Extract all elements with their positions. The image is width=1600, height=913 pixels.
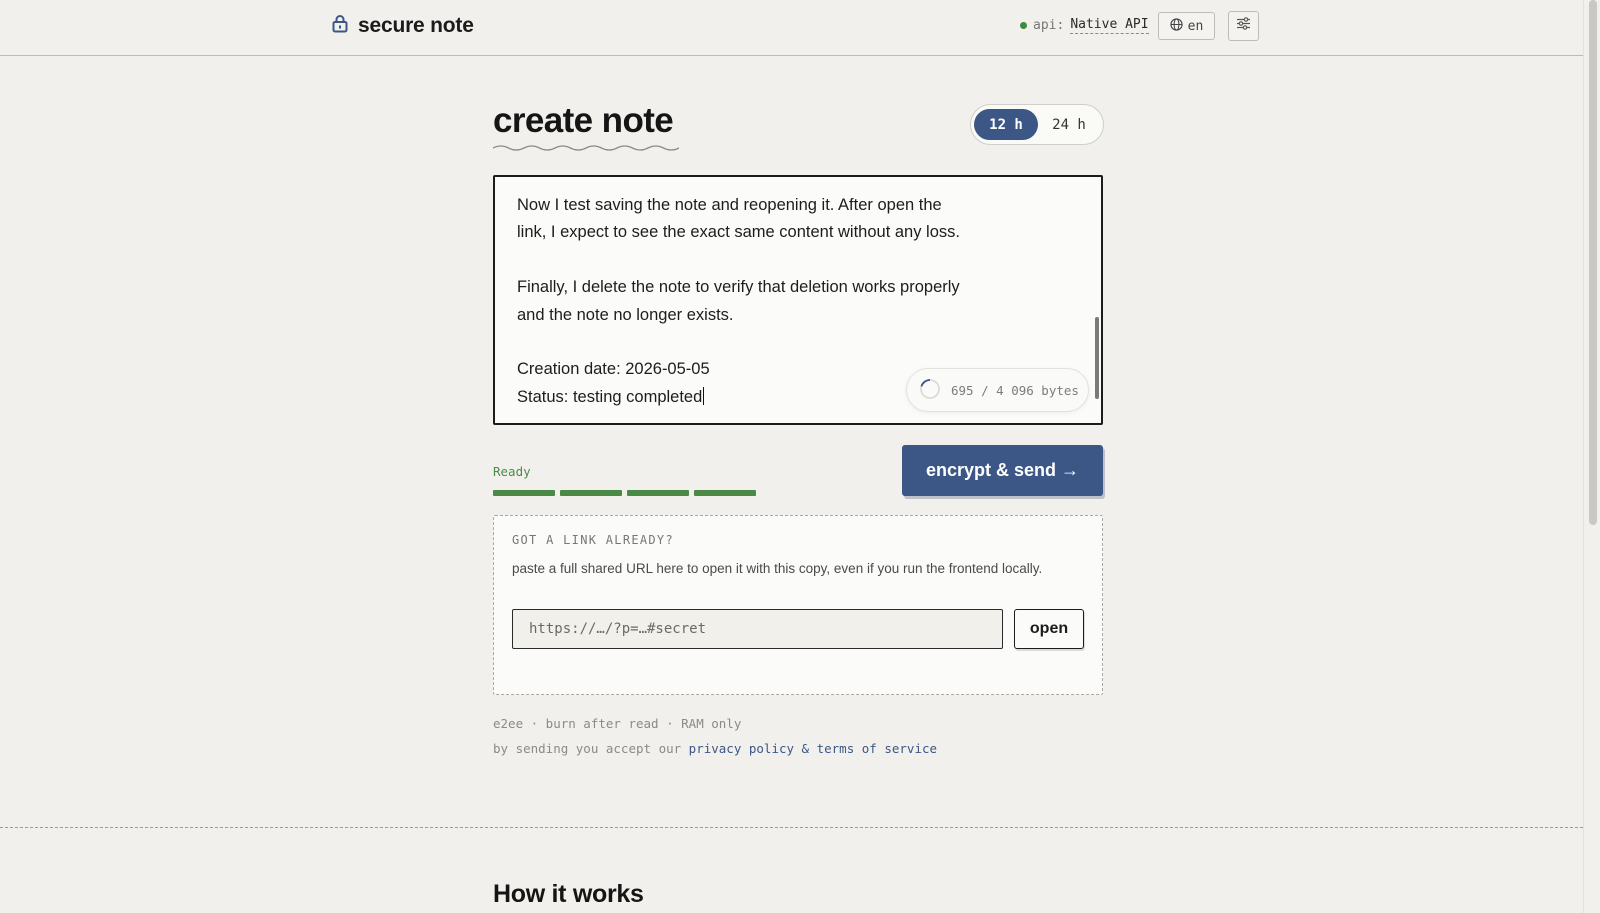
byte-counter-text: 695 / 4 096 bytes (951, 382, 1079, 398)
open-link-heading: GOT A LINK ALREADY? (512, 533, 674, 547)
strength-segment (493, 490, 555, 496)
editor-line: Now I test saving the note and reopening… (517, 196, 942, 214)
encrypt-send-button[interactable]: encrypt & send → (902, 445, 1103, 496)
api-status-dot (1020, 22, 1027, 29)
globe-icon (1170, 17, 1183, 35)
expiry-option-12h[interactable]: 12 h (974, 109, 1038, 140)
language-label: en (1187, 18, 1204, 34)
editor-line-text: Status: testing completed (517, 387, 703, 406)
section-divider (0, 827, 1583, 828)
status-text: Ready (493, 464, 531, 479)
page-scrollbar[interactable] (1583, 0, 1600, 913)
lock-icon (331, 14, 349, 38)
strength-segment (694, 490, 756, 496)
terms-link[interactable]: privacy policy & terms of service (689, 741, 937, 756)
api-value[interactable]: Native API (1070, 17, 1149, 34)
open-link-button[interactable]: open (1014, 609, 1084, 649)
shared-url-input[interactable] (512, 609, 1003, 649)
api-label: api: (1033, 18, 1065, 33)
brand[interactable]: secure note (331, 14, 474, 38)
sliders-icon (1236, 17, 1251, 35)
strength-meter (493, 490, 756, 496)
terms-prefix: by sending you accept our (493, 741, 689, 756)
brand-name: secure note (358, 14, 474, 37)
text-caret (703, 386, 705, 405)
open-link-description: paste a full shared URL here to open it … (512, 561, 1043, 576)
editor-line: and the note no longer exists. (517, 305, 734, 324)
settings-button[interactable] (1228, 11, 1259, 41)
strength-segment (560, 490, 622, 496)
open-link-panel: GOT A LINK ALREADY? paste a full shared … (493, 515, 1103, 695)
page-scrollbar-thumb[interactable] (1589, 0, 1597, 525)
api-indicator: api: Native API (1020, 17, 1149, 34)
editor-line: Finally, I delete the note to verify tha… (517, 278, 960, 297)
expiry-toggle: 12 h 24 h (970, 104, 1104, 145)
editor-scrollbar-thumb[interactable] (1095, 317, 1099, 399)
byte-counter: 695 / 4 096 bytes (906, 368, 1089, 412)
language-button[interactable]: en (1158, 12, 1215, 40)
feature-tagline: e2ee · burn after read · RAM only (493, 716, 742, 731)
terms-notice: by sending you accept our privacy policy… (493, 741, 937, 756)
title-underline-squiggle (493, 145, 679, 151)
top-bar: secure note api: Native API en (0, 0, 1583, 56)
progress-ring-icon (919, 378, 941, 403)
page-title: create note (493, 101, 674, 140)
strength-segment (627, 490, 689, 496)
how-it-works-heading: How it works (493, 880, 644, 908)
expiry-option-24h[interactable]: 24 h (1038, 109, 1100, 140)
editor-line: link, I expect to see the exact same con… (517, 223, 960, 242)
